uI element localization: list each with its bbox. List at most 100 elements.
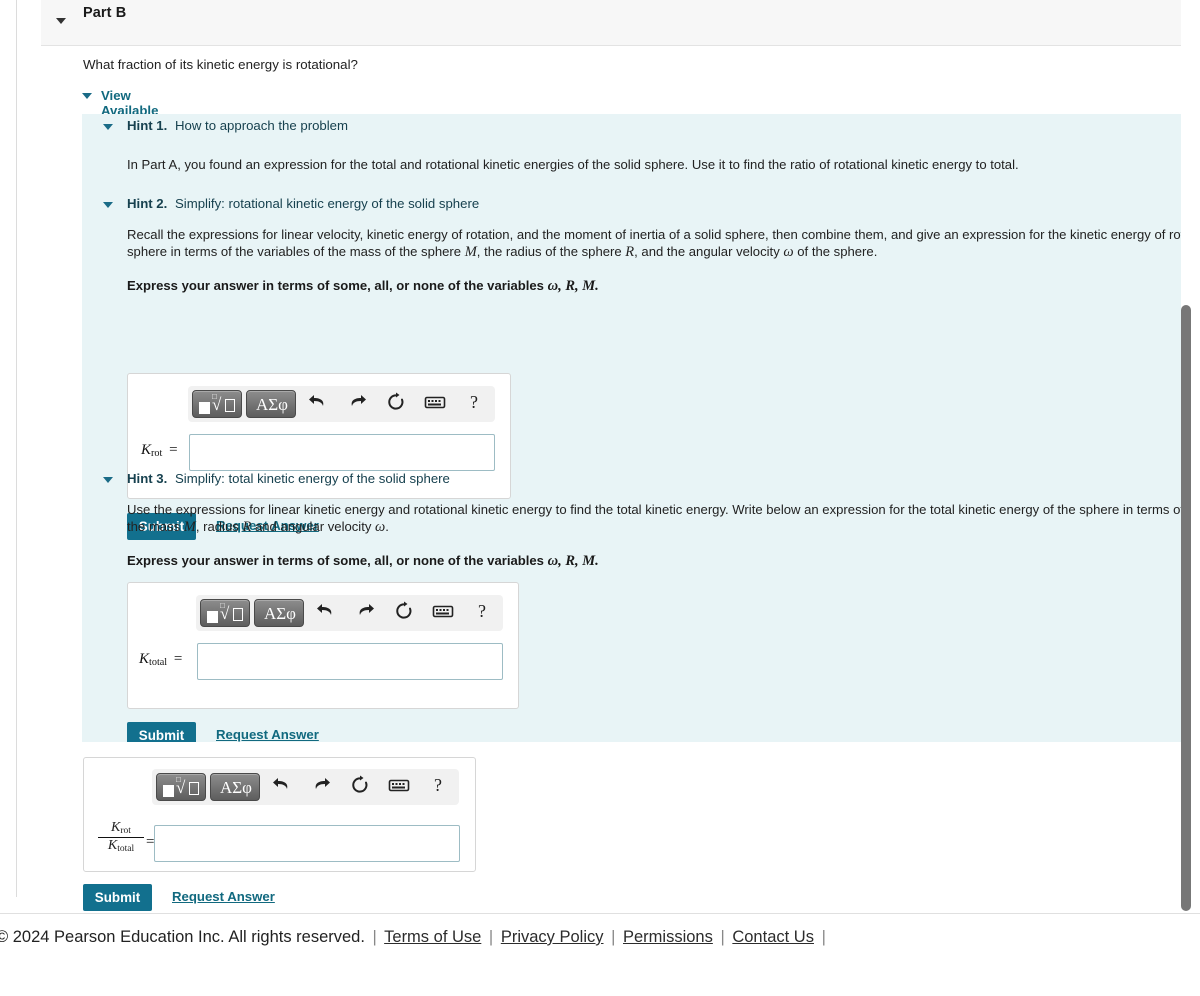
hint-2-answer-label: Krot = [141, 442, 178, 459]
template-sqrt-icon[interactable]: □ √ [200, 599, 250, 627]
footer-separator-3: | [720, 928, 725, 946]
hint-3-k-base: K [139, 651, 150, 667]
undo-icon[interactable] [314, 601, 338, 625]
vertical-scrollbar-thumb[interactable] [1181, 305, 1191, 911]
help-icon[interactable]: ? [470, 601, 494, 625]
reset-icon[interactable] [392, 601, 416, 625]
hint-3-answer-input[interactable] [197, 643, 503, 680]
reset-icon[interactable] [348, 775, 372, 799]
greek-symbols-label: ΑΣφ [220, 778, 252, 797]
template-sqrt-icon[interactable]: □ √ [192, 390, 242, 418]
footer-link-contact-us[interactable]: Contact Us [732, 928, 814, 946]
hint-2-var-mass: M [464, 244, 477, 260]
view-hints-caret-icon[interactable] [82, 93, 92, 99]
template-sqrt-icon[interactable]: □ √ [156, 773, 206, 801]
main-answer-box: □ √ ΑΣφ ? Krot Ktotal = [83, 757, 476, 872]
greek-symbols-button[interactable]: ΑΣφ [246, 390, 296, 418]
denominator-base: K [107, 837, 118, 853]
help-label: ? [434, 775, 442, 795]
hint-2-body-text-b: , the radius of the sphere [476, 244, 626, 259]
footer-link-permissions[interactable]: Permissions [623, 928, 713, 946]
hint-3-body-line-2: the mass M, radius R and angular velocit… [127, 518, 1181, 537]
greek-symbols-button[interactable]: ΑΣφ [210, 773, 260, 801]
hint-2-var-omega: ω [783, 244, 794, 260]
footer-separator-1: | [488, 928, 494, 946]
hint-2-express-vars: ω, R, M. [547, 278, 599, 294]
part-title: Part B [83, 5, 127, 21]
hint-3-number: Hint 3. [127, 471, 168, 486]
page-footer: © 2024 Pearson Education Inc. All rights… [0, 913, 1200, 996]
help-icon[interactable]: ? [426, 775, 450, 799]
hints-panel: Hint 1. How to approach the problem In P… [82, 114, 1181, 742]
keyboard-icon[interactable] [387, 775, 411, 799]
hint-2-express-prefix: Express your answer in terms of some, al… [127, 278, 548, 293]
greek-symbols-label: ΑΣφ [264, 604, 296, 623]
hint-2-header[interactable]: Hint 2. Simplify: rotational kinetic ene… [82, 196, 1181, 214]
footer-link-terms-of-use[interactable]: Terms of Use [384, 928, 481, 946]
undo-icon[interactable] [270, 775, 294, 799]
hint-1-header[interactable]: Hint 1. How to approach the problem [82, 118, 1181, 136]
hint-3-answer-box: □ √ ΑΣφ ? Ktotal = [127, 582, 519, 709]
greek-symbols-button[interactable]: ΑΣφ [254, 599, 304, 627]
hint-2-math-toolbar: □ √ ΑΣφ ? [188, 386, 495, 422]
main-answer-input[interactable] [154, 825, 460, 862]
numerator-sub: rot [120, 825, 131, 836]
hint-2-express-instruction: Express your answer in terms of some, al… [127, 278, 599, 295]
hint-2-body-text-d: of the sphere. [793, 244, 878, 259]
keyboard-icon[interactable] [423, 392, 447, 416]
part-b-header[interactable]: Part B [41, 0, 1181, 46]
redo-icon[interactable] [309, 775, 333, 799]
footer-separator-0: | [372, 928, 377, 946]
hint-block-1: Hint 1. How to approach the problem In P… [82, 118, 1181, 172]
redo-icon[interactable] [353, 601, 377, 625]
hint-3-body-text-c: and angular velocity [251, 519, 376, 534]
mastering-physics-part-b-page: Part B What fraction of its kinetic ener… [0, 0, 1200, 996]
hint-3-header[interactable]: Hint 3. Simplify: total kinetic energy o… [82, 471, 1181, 489]
hint-2-answer-input[interactable] [189, 434, 495, 471]
hint-3-express-vars: ω, R, M. [547, 553, 599, 569]
part-b-collapse-caret-icon[interactable] [56, 18, 66, 24]
numerator-base: K [111, 820, 121, 835]
greek-symbols-label: ΑΣφ [256, 395, 288, 414]
footer-link-privacy-policy[interactable]: Privacy Policy [501, 928, 604, 946]
hint-3-var-radius: R [242, 519, 252, 535]
hint-3-subtitle: Simplify: total kinetic energy of the so… [175, 471, 450, 486]
keyboard-icon[interactable] [431, 601, 455, 625]
denominator-sub: total [117, 843, 135, 854]
main-request-answer-link[interactable]: Request Answer [172, 889, 275, 904]
hint-3-k-sub: total [149, 657, 168, 669]
redo-icon[interactable] [345, 392, 369, 416]
hint-3-request-answer-link[interactable]: Request Answer [216, 727, 319, 742]
hint-block-3: Hint 3. Simplify: total kinetic energy o… [82, 471, 1181, 742]
hint-2-caret-icon[interactable] [103, 202, 113, 208]
footer-content: © 2024 Pearson Education Inc. All rights… [0, 928, 829, 947]
help-icon[interactable]: ? [462, 392, 486, 416]
help-label: ? [478, 601, 486, 621]
content-scroll-viewport[interactable]: Part B What fraction of its kinetic ener… [0, 0, 1200, 913]
hint-3-var-omega: ω [375, 519, 386, 535]
fraction-numerator: Krot [98, 820, 144, 838]
footer-separator-2: | [611, 928, 616, 946]
left-column-divider [16, 0, 17, 897]
footer-separator-4: | [821, 928, 826, 946]
hint-3-var-mass: M [183, 519, 196, 535]
footer-copyright: © 2024 Pearson Education Inc. All rights… [0, 928, 365, 946]
hint-3-express-prefix: Express your answer in terms of some, al… [127, 553, 548, 568]
hint-1-caret-icon[interactable] [103, 124, 113, 130]
main-submit-button[interactable]: Submit [83, 884, 152, 911]
hint-3-body-line-1: Use the expressions for linear kinetic e… [127, 502, 1181, 517]
hint-3-math-toolbar: □ √ ΑΣφ ? [196, 595, 503, 631]
hint-2-k-base: K [141, 442, 152, 458]
reset-icon[interactable] [384, 392, 408, 416]
hint-3-caret-icon[interactable] [103, 477, 113, 483]
hint-3-submit-button[interactable]: Submit [127, 722, 196, 742]
hint-3-body-text-b: , radius [195, 519, 243, 534]
hint-2-subtitle: Simplify: rotational kinetic energy of t… [175, 196, 480, 211]
main-answer-fraction-label: Krot Ktotal [98, 820, 144, 854]
hint-2-body-text-a: sphere in terms of the variables of the … [127, 244, 465, 259]
hint-2-k-sub: rot [151, 448, 163, 460]
vertical-scrollbar-track[interactable] [1181, 0, 1196, 913]
hint-2-body-line-2: sphere in terms of the variables of the … [127, 243, 1181, 262]
hint-2-body-line-1: Recall the expressions for linear veloci… [127, 227, 1181, 242]
undo-icon[interactable] [306, 392, 330, 416]
